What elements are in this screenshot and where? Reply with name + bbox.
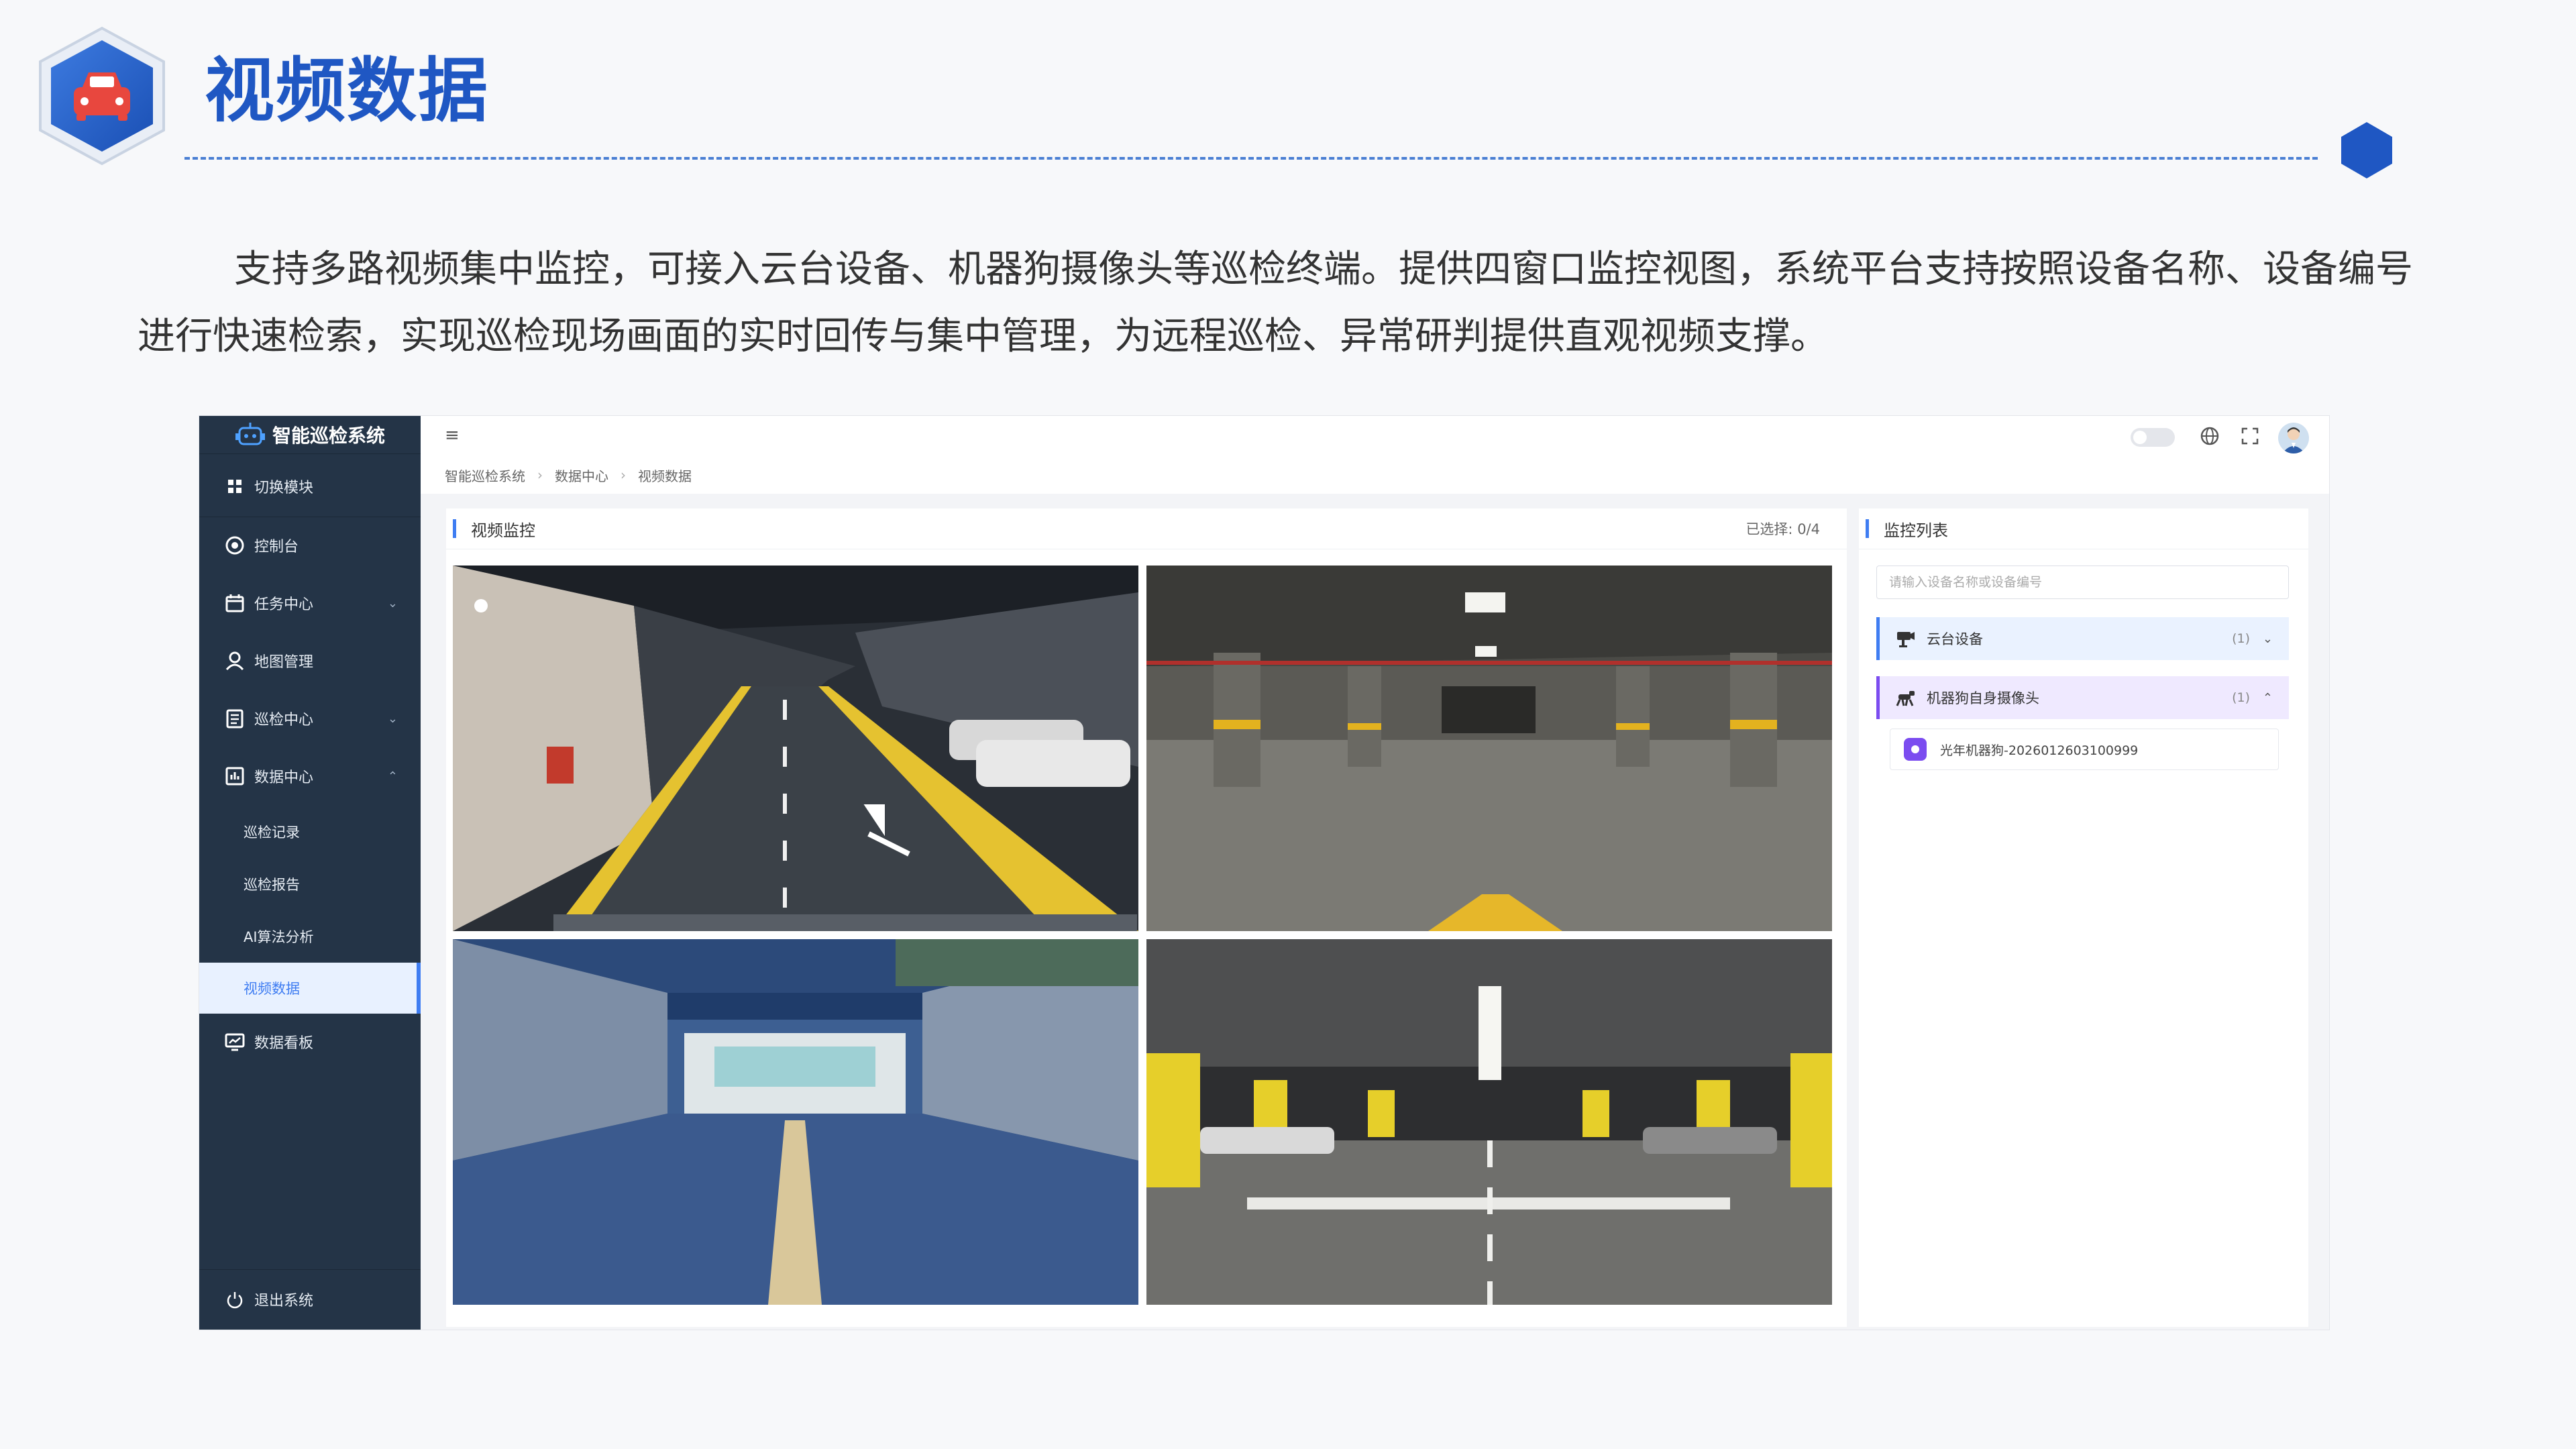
device-item[interactable]: 光年机器狗-2026012603100999	[1890, 729, 2279, 770]
group-label: 机器狗自身摄像头	[1927, 690, 2039, 706]
breadcrumb-item[interactable]: 数据中心	[555, 466, 608, 485]
chevron-down-icon: ⌄	[387, 711, 398, 726]
sidebar-item-label: 地图管理	[254, 654, 314, 671]
video-panel-header: 视频监控 已选择: 0/4	[446, 508, 1847, 549]
breadcrumb: 智能巡检系统 › 数据中心 › 视频数据	[421, 456, 2329, 494]
breadcrumb-item[interactable]: 智能巡检系统	[445, 466, 525, 485]
chevron-down-icon: ⌄	[2262, 631, 2273, 646]
breadcrumb-item: 视频数据	[638, 468, 692, 484]
group-count: (1)	[2232, 631, 2250, 646]
group-count: (1)	[2232, 690, 2250, 705]
sidebar-item-inspection-center[interactable]: 巡检中心 ⌄	[199, 695, 421, 742]
device-search-input[interactable]: 请输入设备名称或设备编号	[1876, 566, 2289, 599]
car-logo-icon	[39, 26, 165, 166]
monitor-list-panel: 监控列表 请输入设备名称或设备编号 云台设备 (1) ⌄ 机器狗自身摄像头 (1…	[1859, 508, 2308, 1327]
video-window-3[interactable]	[453, 939, 1138, 1305]
brand-name: 智能巡检系统	[272, 425, 385, 447]
sidebar-subitem-inspection-reports[interactable]: 巡检报告	[199, 859, 421, 910]
subitem-label: AI算法分析	[244, 929, 314, 945]
monitor-list-header: 监控列表	[1859, 508, 2308, 549]
video-monitor-panel: 视频监控 已选择: 0/4	[446, 508, 1847, 1327]
dashboard-icon	[223, 534, 246, 557]
device-name: 光年机器狗-2026012603100999	[1940, 743, 2139, 758]
subitem-label: 巡检报告	[244, 877, 300, 893]
monitor-chart-icon	[223, 1030, 246, 1053]
sidebar-item-data-board[interactable]: 数据看板	[199, 1018, 421, 1065]
language-icon[interactable]	[2198, 424, 2222, 448]
video-window-4[interactable]	[1146, 939, 1832, 1305]
group-label: 云台设备	[1927, 631, 1983, 647]
subitem-label: 视频数据	[244, 981, 300, 997]
group-ptz-devices[interactable]: 云台设备 (1) ⌄	[1876, 617, 2289, 660]
logout-label: 退出系统	[254, 1293, 314, 1309]
chevron-down-icon: ⌄	[387, 596, 398, 610]
header-accent-bar	[453, 519, 456, 538]
breadcrumb-separator-icon: ›	[537, 467, 543, 483]
group-robot-dog-cameras[interactable]: 机器狗自身摄像头 (1) ⌃	[1876, 676, 2289, 719]
sidebar-item-label: 任务中心	[254, 596, 314, 613]
sidebar-subitem-ai-analysis[interactable]: AI算法分析	[199, 911, 421, 962]
logout-button[interactable]: 退出系统	[199, 1276, 421, 1323]
sidebar-item-map[interactable]: 地图管理	[199, 637, 421, 684]
subitem-label: 巡检记录	[244, 824, 300, 841]
chart-icon	[223, 765, 246, 788]
chevron-up-icon: ⌃	[387, 769, 398, 784]
sidebar-item-label: 控制台	[254, 539, 299, 555]
robot-dog-icon	[1894, 687, 1916, 708]
top-bar: ≡	[421, 416, 2329, 457]
list-icon	[223, 707, 246, 730]
sidebar-subitem-inspection-records[interactable]: 巡检记录	[199, 806, 421, 857]
calendar-icon	[223, 592, 246, 614]
ptz-camera-icon	[1894, 628, 1916, 649]
robot-logo-icon	[235, 423, 265, 445]
chevron-up-icon: ⌃	[2262, 690, 2273, 705]
user-avatar[interactable]	[2278, 423, 2309, 453]
group-accent-bar	[1876, 617, 1880, 660]
power-icon	[223, 1288, 246, 1311]
header-accent-bar	[1866, 519, 1869, 538]
switch-module-button[interactable]: 切换模块	[199, 463, 421, 510]
fullscreen-icon[interactable]	[2238, 424, 2262, 448]
slide-description: 支持多路视频集中监控，可接入云台设备、机器狗摄像头等巡检终端。提供四窗口监控视图…	[138, 248, 2413, 358]
slide-title: 视频数据	[205, 50, 490, 131]
monitor-list-title: 监控列表	[1884, 521, 1948, 540]
sidebar-item-label: 数据看板	[254, 1035, 314, 1052]
video-window-2[interactable]	[1146, 566, 1832, 931]
sidebar-item-data-center[interactable]: 数据中心 ⌃	[199, 753, 421, 800]
app-screenshot: 智能巡检系统 切换模块 控制台 任务中心 ⌄ 地图管理 巡检中心 ⌄ 数据中心 …	[199, 416, 2329, 1330]
grid-icon	[223, 475, 246, 498]
video-window-1[interactable]	[453, 566, 1138, 931]
video-panel-title: 视频监控	[471, 521, 535, 540]
sidebar-brand: 智能巡检系统	[199, 416, 421, 454]
map-user-icon	[223, 649, 246, 672]
switch-module-label: 切换模块	[254, 480, 314, 496]
group-accent-bar	[1876, 676, 1880, 719]
sidebar-divider	[199, 1269, 421, 1270]
breadcrumb-separator-icon: ›	[621, 467, 626, 483]
theme-toggle[interactable]	[2131, 428, 2175, 447]
device-camera-icon	[1904, 738, 1927, 761]
sidebar-subitem-video-data[interactable]: 视频数据	[199, 963, 421, 1014]
hexagon-decoration-icon	[2341, 122, 2392, 178]
sidebar-item-label: 巡检中心	[254, 712, 314, 729]
sidebar: 智能巡检系统 切换模块 控制台 任务中心 ⌄ 地图管理 巡检中心 ⌄ 数据中心 …	[199, 416, 421, 1330]
title-divider	[184, 157, 2318, 160]
menu-toggle-icon[interactable]: ≡	[445, 425, 460, 445]
sidebar-item-label: 数据中心	[254, 769, 314, 786]
selection-count: 已选择: 0/4	[1746, 521, 1820, 537]
sidebar-item-task-center[interactable]: 任务中心 ⌄	[199, 580, 421, 627]
sidebar-item-console[interactable]: 控制台	[199, 522, 421, 569]
